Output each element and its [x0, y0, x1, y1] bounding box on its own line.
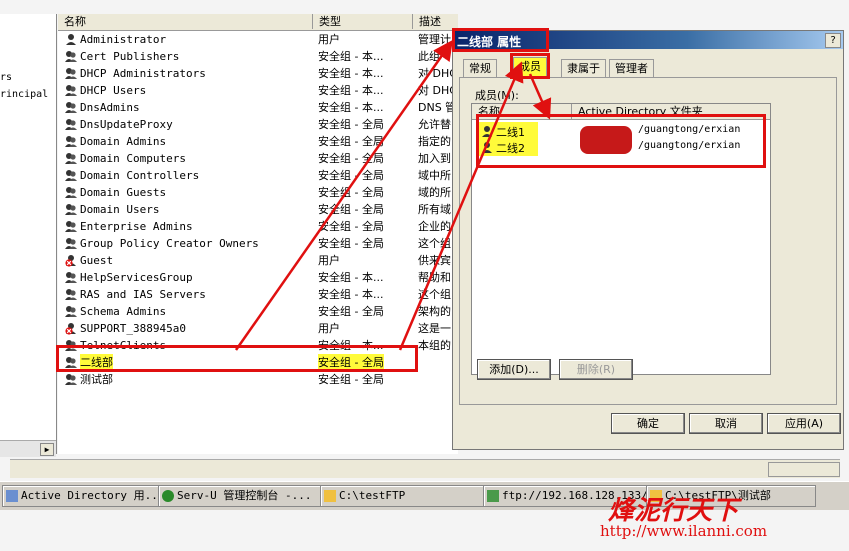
arrow — [234, 39, 453, 351]
annotation-arrows — [234, 39, 552, 351]
arrow — [398, 61, 524, 351]
watermark-url: http://www.ilanni.com — [600, 522, 768, 540]
arrow — [528, 73, 552, 120]
